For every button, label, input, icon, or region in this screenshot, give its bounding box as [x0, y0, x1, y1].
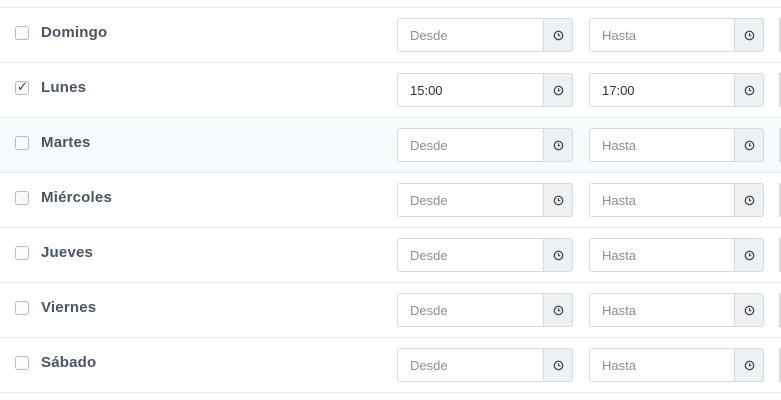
from-clock-button[interactable] — [543, 293, 573, 327]
checkmark-icon: ✓ — [17, 80, 28, 95]
to-time-field — [589, 18, 764, 52]
to-time-field — [589, 348, 764, 382]
from-time-input[interactable] — [397, 238, 543, 272]
from-time-input[interactable] — [397, 348, 543, 382]
clock-icon — [553, 30, 563, 40]
clock-icon — [553, 250, 563, 260]
to-time-input[interactable] — [589, 183, 734, 217]
from-time-input[interactable] — [397, 73, 543, 107]
clock-icon — [553, 360, 563, 370]
schedule-row-4: Jueves — [0, 228, 781, 283]
day-label: Miércoles — [41, 189, 112, 206]
from-time-field — [397, 293, 573, 327]
day-label: Domingo — [41, 24, 108, 41]
schedule-row-1: ✓ Lunes — [0, 63, 781, 118]
from-clock-button[interactable] — [543, 18, 573, 52]
from-time-input[interactable] — [397, 293, 543, 327]
to-clock-button[interactable] — [734, 348, 764, 382]
to-time-input[interactable] — [589, 348, 734, 382]
from-time-field — [397, 73, 573, 107]
clock-icon — [553, 140, 563, 150]
to-time-input[interactable] — [589, 128, 734, 162]
day-label: Lunes — [41, 79, 87, 96]
from-time-input[interactable] — [397, 183, 543, 217]
schedule-row-5: Viernes — [0, 283, 781, 338]
to-time-input[interactable] — [589, 293, 734, 327]
from-time-field — [397, 18, 573, 52]
from-clock-button[interactable] — [543, 73, 573, 107]
to-clock-button[interactable] — [734, 128, 764, 162]
to-clock-button[interactable] — [734, 183, 764, 217]
to-time-field — [589, 293, 764, 327]
to-time-field — [589, 128, 764, 162]
from-clock-button[interactable] — [543, 183, 573, 217]
to-clock-button[interactable] — [734, 18, 764, 52]
to-time-input[interactable] — [589, 18, 734, 52]
day-label: Martes — [41, 134, 91, 151]
day-checkbox[interactable] — [15, 136, 29, 150]
to-time-field — [589, 238, 764, 272]
schedule-row-6: Sábado — [0, 338, 781, 393]
from-time-field — [397, 348, 573, 382]
day-checkbox[interactable] — [15, 301, 29, 315]
clock-icon — [744, 30, 754, 40]
day-checkbox[interactable] — [15, 246, 29, 260]
from-clock-button[interactable] — [543, 348, 573, 382]
from-clock-button[interactable] — [543, 128, 573, 162]
clock-icon — [744, 195, 754, 205]
day-label: Jueves — [41, 244, 94, 261]
day-checkbox[interactable] — [15, 26, 29, 40]
schedule-row-3: Miércoles — [0, 173, 781, 228]
clock-icon — [553, 305, 563, 315]
clock-icon — [744, 305, 754, 315]
from-time-field — [397, 183, 573, 217]
to-clock-button[interactable] — [734, 73, 764, 107]
day-label: Sábado — [41, 354, 97, 371]
to-time-field — [589, 183, 764, 217]
clock-icon — [553, 85, 563, 95]
to-time-input[interactable] — [589, 238, 734, 272]
from-time-input[interactable] — [397, 18, 543, 52]
day-checkbox[interactable]: ✓ — [15, 80, 29, 95]
day-label: Viernes — [41, 299, 97, 316]
clock-icon — [744, 360, 754, 370]
schedule-row-2: Martes — [0, 118, 781, 173]
from-time-field — [397, 238, 573, 272]
clock-icon — [553, 195, 563, 205]
from-time-input[interactable] — [397, 128, 543, 162]
to-time-field — [589, 73, 764, 107]
from-clock-button[interactable] — [543, 238, 573, 272]
to-clock-button[interactable] — [734, 293, 764, 327]
clock-icon — [744, 140, 754, 150]
clock-icon — [744, 85, 754, 95]
weekly-schedule: Domingo ✓ Lunes Martes — [0, 8, 781, 393]
from-time-field — [397, 128, 573, 162]
to-time-input[interactable] — [589, 73, 734, 107]
clock-icon — [744, 250, 754, 260]
schedule-row-0: Domingo — [0, 8, 781, 63]
day-checkbox[interactable] — [15, 356, 29, 370]
day-checkbox[interactable] — [15, 191, 29, 205]
to-clock-button[interactable] — [734, 238, 764, 272]
